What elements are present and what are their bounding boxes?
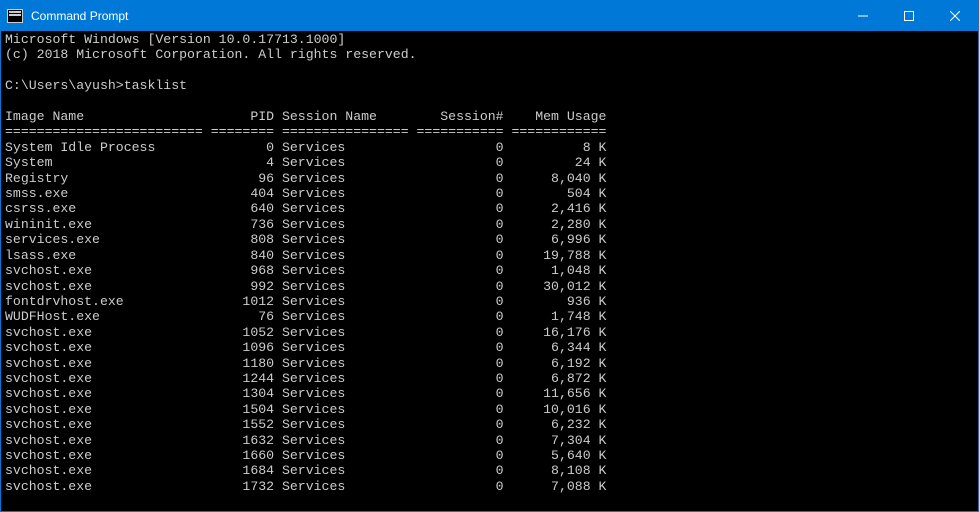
command-prompt-window: C:\ Command Prompt Microsoft Windows [Ve…: [0, 0, 979, 512]
minimize-icon: [858, 11, 868, 21]
window-controls: [840, 1, 978, 31]
titlebar[interactable]: C:\ Command Prompt: [1, 1, 978, 31]
maximize-icon: [904, 11, 914, 21]
close-icon: [950, 11, 960, 21]
terminal-output[interactable]: Microsoft Windows [Version 10.0.17713.10…: [1, 31, 978, 511]
minimize-button[interactable]: [840, 1, 886, 31]
close-button[interactable]: [932, 1, 978, 31]
cmd-icon: C:\: [1, 1, 29, 31]
window-title: Command Prompt: [29, 9, 840, 23]
maximize-button[interactable]: [886, 1, 932, 31]
